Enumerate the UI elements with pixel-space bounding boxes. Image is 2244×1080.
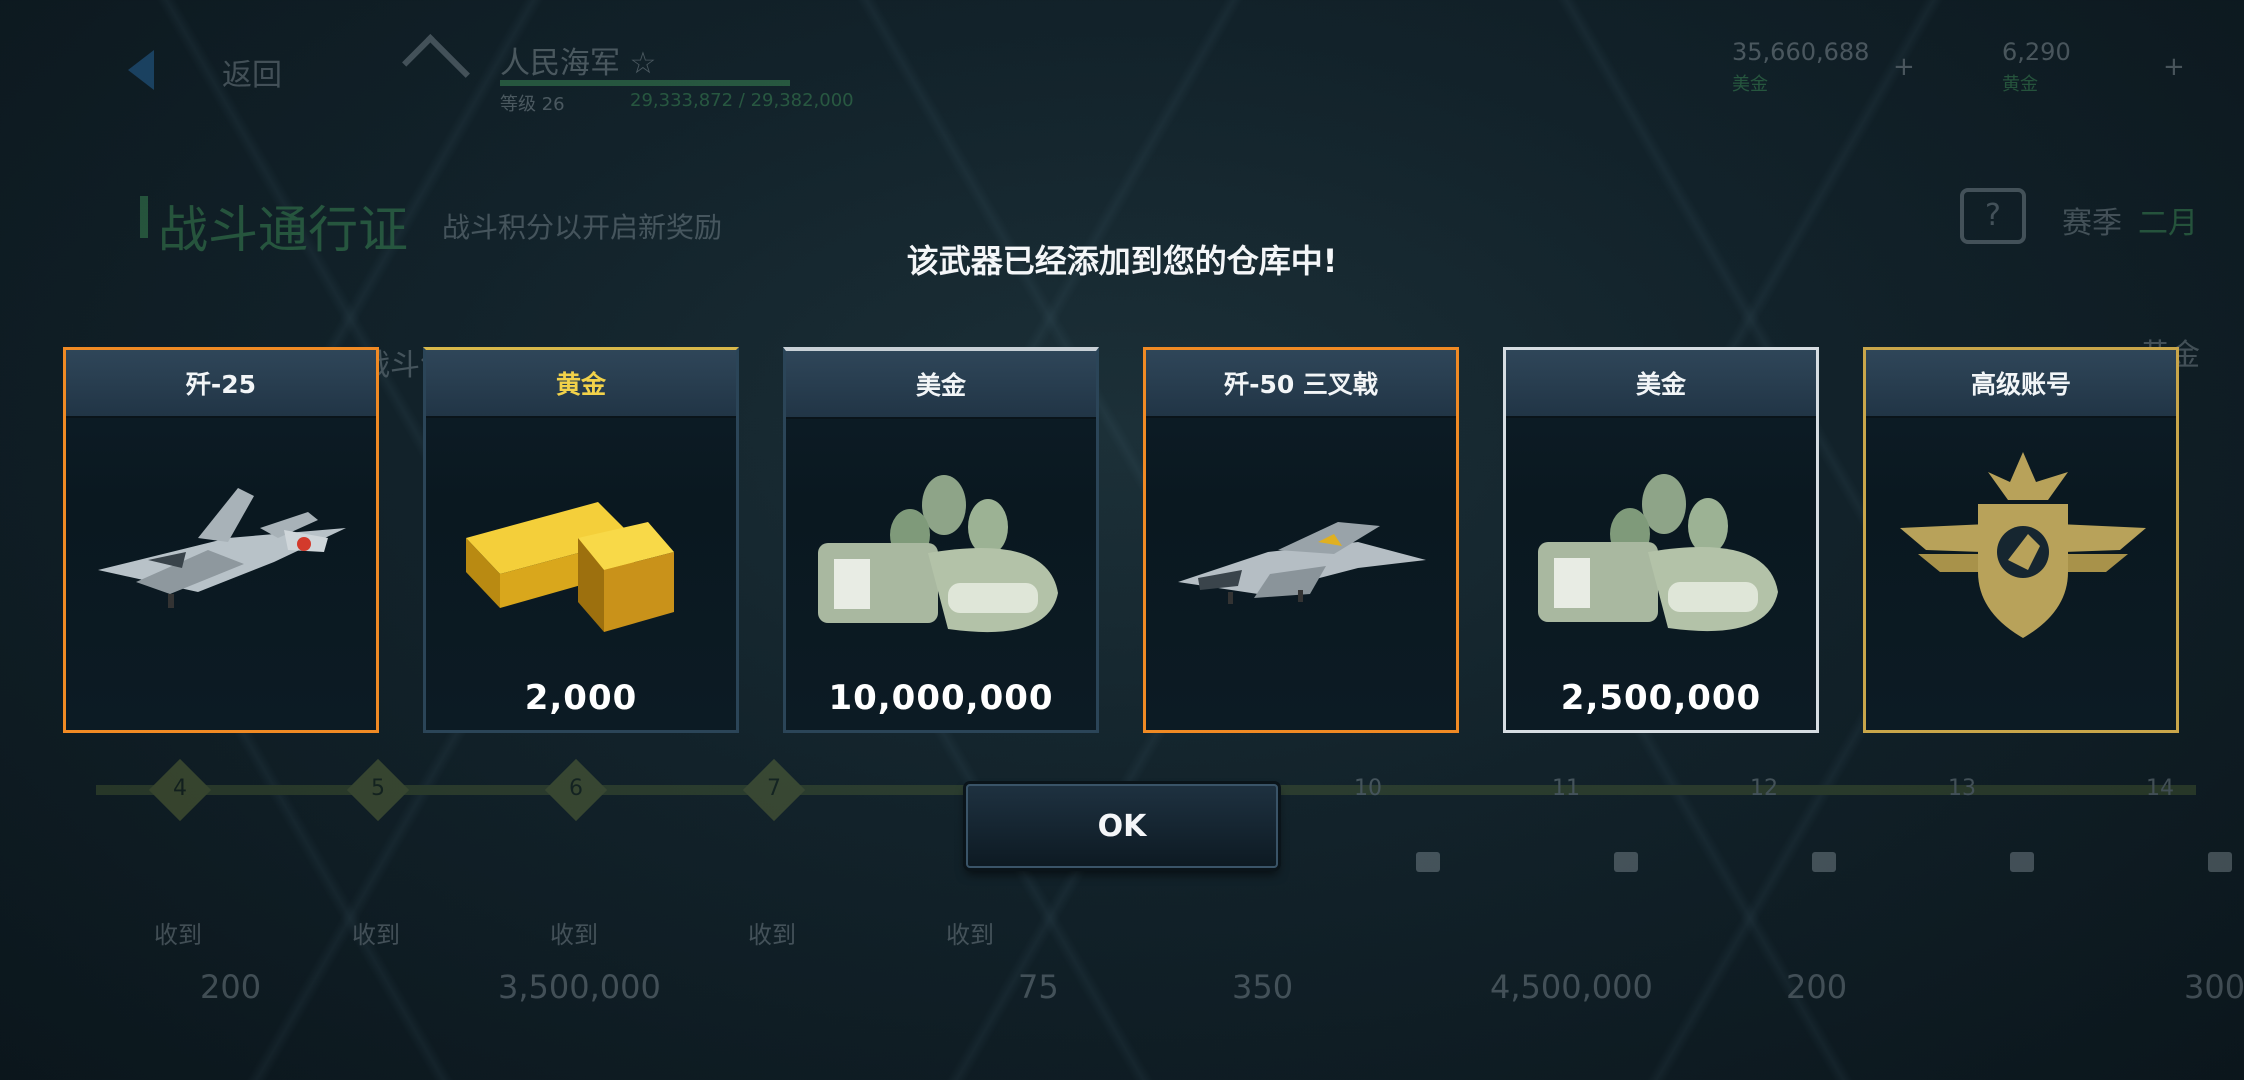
collect-label: 收到 xyxy=(946,921,994,949)
reward-card-label: 歼-25 xyxy=(66,350,376,418)
jet-icon xyxy=(98,488,346,608)
lock-icon xyxy=(2208,852,2232,872)
collect-label: 收到 xyxy=(550,921,598,949)
back-label: 返回 xyxy=(222,58,282,93)
track-tick-number: 10 xyxy=(1354,776,1382,801)
lock-icon xyxy=(1416,852,1440,872)
jet-icon xyxy=(1178,522,1426,604)
reward-card-jet-25: 歼-25 xyxy=(63,347,379,733)
xp-bar xyxy=(500,80,790,86)
lock-icon xyxy=(1812,852,1836,872)
track-tick-number: 11 xyxy=(1552,776,1580,801)
premium-emblem-icon xyxy=(1900,452,2146,638)
track-node-number: 4 xyxy=(173,776,187,801)
lock-icon xyxy=(2010,852,2034,872)
pass-accent-bar xyxy=(140,196,148,238)
reward-card-gold: 黄金 2,000 xyxy=(423,347,739,733)
track-node-number: 6 xyxy=(569,776,583,801)
track-node-number: 7 xyxy=(767,776,781,801)
reward-card-label: 美金 xyxy=(786,351,1096,419)
reward-amount: 300 xyxy=(2184,968,2244,1006)
back-arrow-icon xyxy=(128,50,154,90)
reward-amount: 75 xyxy=(1018,968,1059,1006)
reward-card-premium: 高级账号 xyxy=(1863,347,2179,733)
xp-text: 29,333,872 / 29,382,000 xyxy=(630,90,854,111)
player-name: 人民海军 ☆ xyxy=(500,46,657,81)
collect-label: 收到 xyxy=(748,921,796,949)
cash-stack-icon xyxy=(818,475,1058,633)
track-node-number: 5 xyxy=(371,776,385,801)
reward-amount: 2,000 xyxy=(524,678,638,718)
reward-card-label: 黄金 xyxy=(426,350,736,418)
cash-stack-icon xyxy=(1538,474,1778,632)
reward-amount: 200 xyxy=(1786,968,1848,1006)
gold-label: 黄金 xyxy=(2002,74,2038,95)
add-gold-icon: + xyxy=(2163,52,2185,82)
track-tick-number: 12 xyxy=(1750,776,1778,801)
collect-label: 收到 xyxy=(352,921,400,949)
add-money-icon: + xyxy=(1893,52,1915,82)
reward-card-cash: 美金 2,500,000 xyxy=(1503,347,1819,733)
reward-amount: 4,500,000 xyxy=(1490,968,1653,1006)
gold-value: 6,290 xyxy=(2002,38,2071,66)
track-tick-number: 14 xyxy=(2146,776,2174,801)
reward-amount: 3,500,000 xyxy=(498,968,661,1006)
ok-button[interactable]: OK xyxy=(966,784,1278,868)
reward-card-label: 歼-50 三叉戟 xyxy=(1146,350,1456,418)
dialog-title: 该武器已经添加到您的仓库中! xyxy=(906,242,1338,280)
reward-amount: 10,000,000 xyxy=(828,678,1054,718)
track-tick-number: 13 xyxy=(1948,776,1976,801)
gold-bars-icon xyxy=(466,502,674,632)
money-value: 35,660,688 xyxy=(1732,38,1870,66)
reward-amount: 2,500,000 xyxy=(1560,678,1762,718)
collect-label: 收到 xyxy=(154,921,202,949)
money-label: 美金 xyxy=(1732,74,1768,95)
reward-amount: 200 xyxy=(200,968,262,1006)
reward-card-jet-50: 歼-50 三叉戟 xyxy=(1143,347,1459,733)
reward-amount: 350 xyxy=(1232,968,1294,1006)
reward-card-cash: 美金 10,000,000 xyxy=(783,347,1099,733)
lock-icon xyxy=(1614,852,1638,872)
reward-card-label: 高级账号 xyxy=(1866,350,2176,418)
reward-card-label: 美金 xyxy=(1506,350,1816,418)
player-level: 等级 26 xyxy=(500,94,565,115)
